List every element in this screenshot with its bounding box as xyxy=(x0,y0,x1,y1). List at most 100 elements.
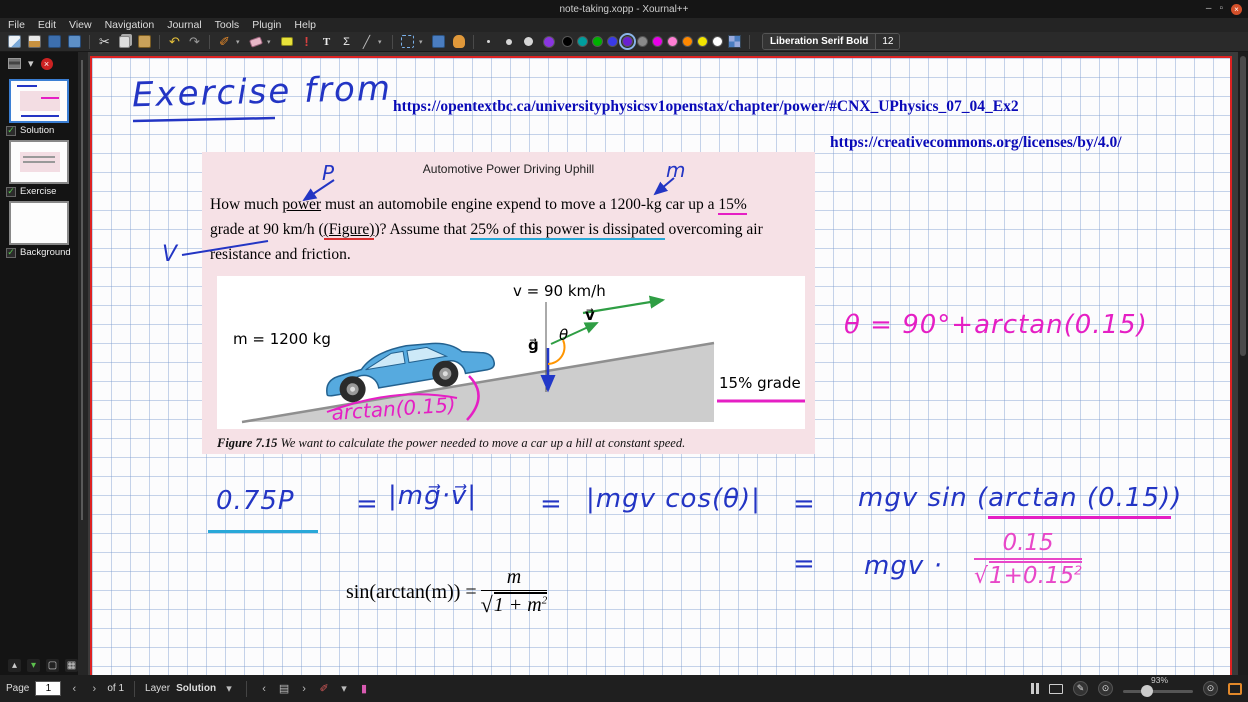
layer-thumbnail-exercise[interactable] xyxy=(9,140,69,184)
page-next-icon[interactable]: › xyxy=(87,683,101,695)
angle-right-icon[interactable]: › xyxy=(297,683,311,695)
zoom-slider[interactable]: 93% xyxy=(1123,681,1193,697)
layer-dropdown-chevron-icon[interactable]: ▾ xyxy=(222,682,236,695)
sidebar-divider[interactable] xyxy=(78,52,88,675)
select-tool-button[interactable] xyxy=(399,33,416,50)
layer-row-exercise[interactable]: ✓ Exercise xyxy=(0,186,78,197)
copy-button[interactable] xyxy=(116,33,133,50)
menu-view[interactable]: View xyxy=(69,19,92,31)
layer-thumbnail-solution[interactable] xyxy=(9,79,69,123)
close-icon[interactable]: × xyxy=(1231,4,1242,15)
layer-checkbox-background-check-icon[interactable]: ✓ xyxy=(6,248,16,258)
presentation-icon[interactable] xyxy=(1049,684,1063,694)
shapes-dropdown-chevron-icon[interactable]: ▾ xyxy=(378,38,386,46)
select-dropdown-chevron-icon[interactable]: ▾ xyxy=(419,38,427,46)
maximize-icon[interactable]: ▫ xyxy=(1219,4,1223,14)
sidebar-header: ▾ × xyxy=(0,52,78,75)
sidebar-bottom-toolbar: ▴ ▾ ▢ ▦ xyxy=(0,659,78,672)
layer-row-background[interactable]: ✓ Background xyxy=(0,247,78,258)
page-number-input[interactable] xyxy=(35,681,61,696)
color-swatch[interactable] xyxy=(562,36,573,47)
exclamation-icon: ! xyxy=(304,35,308,48)
menu-tools[interactable]: Tools xyxy=(215,19,240,31)
chevron-down-icon[interactable]: ▾ xyxy=(27,659,40,672)
color-swatch[interactable] xyxy=(682,36,693,47)
dual-page-icon[interactable] xyxy=(1031,683,1039,694)
layer-checkbox-solution-check-icon[interactable]: ✓ xyxy=(6,126,16,136)
color-swatch[interactable] xyxy=(607,36,618,47)
angle-left-icon[interactable]: ‹ xyxy=(257,683,271,695)
zoom-handle[interactable] xyxy=(1141,685,1153,697)
page-prev-icon[interactable]: ‹ xyxy=(67,683,81,695)
color-palette-button[interactable] xyxy=(726,33,743,50)
layer-select-value[interactable]: Solution xyxy=(176,683,216,694)
zoom-reset-icon[interactable]: ⊙ xyxy=(1203,681,1218,696)
color-swatch[interactable] xyxy=(697,36,708,47)
grid-icon[interactable]: ▦ xyxy=(65,659,78,672)
sidebar-dropdown-chevron-icon[interactable]: ▾ xyxy=(28,57,34,70)
duplicate-icon[interactable]: ▢ xyxy=(46,659,59,672)
figure-link[interactable]: (Figure) xyxy=(324,221,375,238)
undo-button[interactable]: ↶ xyxy=(166,33,183,50)
redo-button[interactable]: ↷ xyxy=(186,33,203,50)
radicand: 1+0.152 xyxy=(989,561,1082,589)
zoom-track[interactable] xyxy=(1123,690,1193,693)
color-swatches xyxy=(562,36,723,47)
open-file-button[interactable] xyxy=(26,33,43,50)
highlighter-tool-button[interactable] xyxy=(278,33,295,50)
thickness-fine-button[interactable] xyxy=(480,33,497,50)
color-swatch[interactable] xyxy=(622,36,633,47)
color-swatch[interactable] xyxy=(652,36,663,47)
cut-button[interactable]: ✂ xyxy=(96,33,113,50)
pencil-circle-icon[interactable]: ✎ xyxy=(1073,681,1088,696)
layer-row-solution[interactable]: ✓ Solution xyxy=(0,125,78,136)
eraser-tool-button[interactable] xyxy=(247,33,264,50)
pen-dropdown-chevron-icon[interactable]: ▾ xyxy=(236,38,244,46)
chevron-up-icon[interactable]: ▴ xyxy=(8,659,21,672)
thickness-thick-button[interactable] xyxy=(520,33,537,50)
divider-handle[interactable] xyxy=(81,60,83,520)
color-swatch[interactable] xyxy=(577,36,588,47)
thickness-medium-button[interactable] xyxy=(500,33,517,50)
save-button[interactable] xyxy=(46,33,63,50)
title-bar: note-taking.xopp - Xournal++ – ▫ × xyxy=(0,0,1248,18)
font-button[interactable]: Liberation Serif Bold 12 xyxy=(762,33,900,50)
menu-edit[interactable]: Edit xyxy=(38,19,56,31)
menu-file[interactable]: File xyxy=(8,19,25,31)
fullscreen-icon[interactable] xyxy=(1228,683,1242,695)
eraser-dropdown-chevron-icon[interactable]: ▾ xyxy=(267,38,275,46)
sidebar-close-icon[interactable]: × xyxy=(41,58,53,70)
layer-stack-icon[interactable]: ▤ xyxy=(277,682,291,695)
paste-button[interactable] xyxy=(136,33,153,50)
pen-tool-button[interactable]: ✐ xyxy=(216,33,233,50)
layer-checkbox-exercise-check-icon[interactable]: ✓ xyxy=(6,187,16,197)
minimize-icon[interactable]: – xyxy=(1206,4,1212,14)
vertical-space-button[interactable] xyxy=(430,33,447,50)
default-tool-button[interactable]: ! xyxy=(298,33,315,50)
color-swatch[interactable] xyxy=(637,36,648,47)
color-swatch[interactable] xyxy=(712,36,723,47)
layer-thumbnail-background[interactable] xyxy=(9,201,69,245)
export-button[interactable] xyxy=(66,33,83,50)
color-swatch[interactable] xyxy=(592,36,603,47)
main-toolbar: ✂ ↶ ↷ ✐ ▾ ▾ ! T Σ ╱ ▾ ▾ Liberation Serif… xyxy=(0,32,1248,52)
target-circle-icon[interactable]: ⊙ xyxy=(1098,681,1113,696)
pen-color-icon[interactable]: ✐ xyxy=(317,682,331,695)
marker-icon[interactable]: ▮ xyxy=(357,682,371,695)
annotation-m: m xyxy=(666,158,685,182)
menu-help[interactable]: Help xyxy=(294,19,316,31)
menu-navigation[interactable]: Navigation xyxy=(105,19,155,31)
text-tool-button[interactable]: T xyxy=(318,33,335,50)
math-tex-button[interactable]: Σ xyxy=(338,33,355,50)
pen-dropdown-chevron-icon[interactable]: ▾ xyxy=(337,682,351,695)
equation-text: ) xyxy=(1171,483,1182,513)
layers-icon[interactable] xyxy=(8,58,21,69)
new-file-button[interactable] xyxy=(6,33,23,50)
color-swatch[interactable] xyxy=(667,36,678,47)
current-color-button[interactable] xyxy=(540,33,557,50)
menu-journal[interactable]: Journal xyxy=(167,19,201,31)
menu-plugin[interactable]: Plugin xyxy=(252,19,281,31)
scrollbar-thumb[interactable] xyxy=(1240,56,1246,356)
hand-tool-button[interactable] xyxy=(450,33,467,50)
shapes-tool-button[interactable]: ╱ xyxy=(358,33,375,50)
